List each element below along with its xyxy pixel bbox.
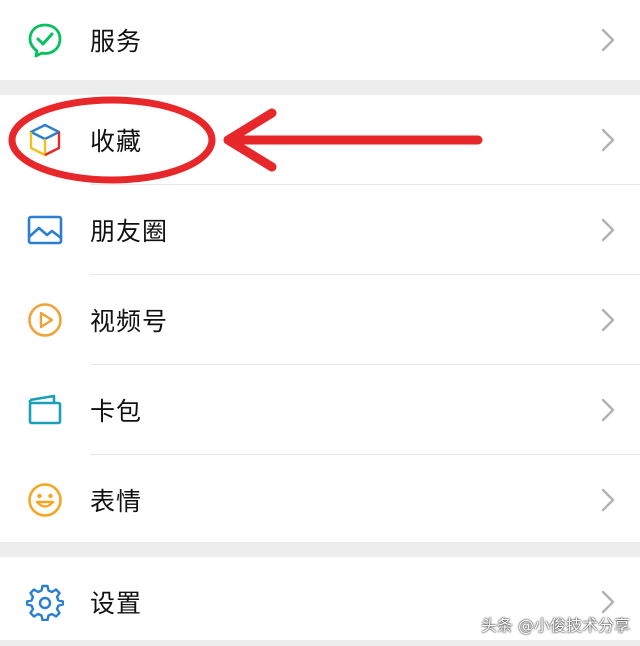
wechat-me-menu: 服务 收藏 朋友圈 视频号 卡包 表情 设置 头条 @小俊技术分享	[0, 0, 640, 640]
channels-play-icon	[24, 299, 66, 341]
favorites-cube-icon	[24, 119, 66, 161]
chevron-right-icon	[601, 488, 615, 511]
chevron-right-icon	[601, 308, 615, 331]
menu-row-card-wallet[interactable]: 卡包	[0, 365, 640, 454]
watermark: 头条 @小俊技术分享	[480, 616, 630, 635]
menu-row-favorites[interactable]: 收藏	[0, 95, 640, 184]
menu-row-label: 收藏	[90, 126, 143, 156]
settings-gear-icon	[24, 581, 66, 623]
menu-row-label: 设置	[90, 588, 143, 618]
main-features-group: 收藏 朋友圈 视频号 卡包 表情	[0, 95, 640, 542]
menu-row-stickers[interactable]: 表情	[0, 455, 640, 544]
menu-row-label: 卡包	[90, 396, 143, 426]
menu-row-label: 视频号	[90, 306, 169, 336]
menu-row-label: 服务	[90, 26, 143, 56]
chevron-right-icon	[601, 590, 615, 613]
menu-row-services[interactable]: 服务	[0, 0, 640, 84]
card-wallet-icon	[24, 389, 66, 431]
chevron-right-icon	[601, 128, 615, 151]
services-group: 服务	[0, 0, 640, 80]
chevron-right-icon	[601, 398, 615, 421]
wechat-pay-service-icon	[24, 19, 66, 61]
menu-row-label: 朋友圈	[90, 216, 169, 246]
moments-picture-icon	[24, 209, 66, 251]
menu-row-moments[interactable]: 朋友圈	[0, 185, 640, 274]
chevron-right-icon	[601, 28, 615, 51]
sticker-smiley-icon	[24, 479, 66, 521]
menu-row-channels[interactable]: 视频号	[0, 275, 640, 364]
menu-row-label: 表情	[90, 486, 143, 516]
chevron-right-icon	[601, 218, 615, 241]
